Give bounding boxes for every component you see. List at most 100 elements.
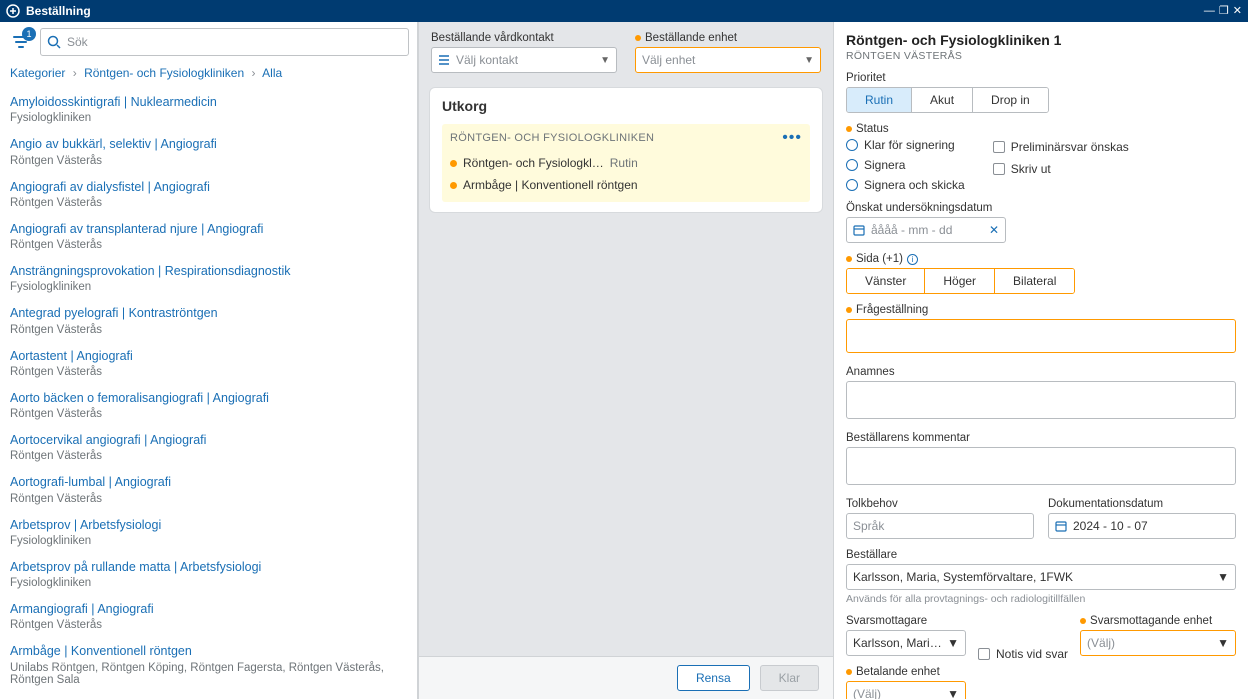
utkorg-row[interactable]: Armbåge | Konventionell röntgen: [450, 174, 802, 196]
list-item-subtitle: Fysiologkliniken: [10, 577, 407, 589]
status-signera-skicka[interactable]: Signera och skicka: [846, 178, 965, 192]
preliminarsvar-checkbox[interactable]: Preliminärsvar önskas: [993, 140, 1129, 154]
utkorg-title: Utkorg: [442, 98, 810, 114]
list-item[interactable]: Armflebografi | AngiografiRöntgen Väster…: [10, 694, 407, 699]
list-item-title: Amyloidosskintigrafi | Nuklearmedicin: [10, 94, 407, 110]
priority-dropin[interactable]: Drop in: [973, 88, 1048, 112]
sida-vanster[interactable]: Vänster: [847, 269, 925, 293]
list-item-title: Ansträngningsprovokation | Respirationsd…: [10, 263, 407, 279]
breadcrumb-category[interactable]: Röntgen- och Fysiologkliniken: [84, 66, 244, 80]
bestallare-select[interactable]: Karlsson, Maria, Systemförvaltare, 1FWK …: [846, 564, 1236, 590]
list-icon: [438, 54, 450, 66]
chevron-down-icon: ▼: [804, 55, 814, 66]
search-box[interactable]: [40, 28, 409, 56]
status-dot-icon: [450, 160, 457, 167]
anamnes-textarea[interactable]: [846, 381, 1236, 419]
rensa-button[interactable]: Rensa: [677, 665, 750, 691]
detail-title: Röntgen- och Fysiologkliniken 1: [846, 32, 1236, 48]
docdate-label: Dokumentationsdatum: [1048, 498, 1236, 510]
list-item[interactable]: Aortografi-lumbal | AngiografiRöntgen Vä…: [10, 470, 407, 512]
wishdate-label: Önskat undersökningsdatum: [846, 202, 1236, 214]
klar-button: Klar: [760, 665, 819, 691]
window-title: Beställning: [26, 4, 91, 18]
skrivut-checkbox[interactable]: Skriv ut: [993, 162, 1129, 176]
filter-badge: 1: [22, 27, 36, 41]
list-item-subtitle: Röntgen Västerås: [10, 197, 407, 209]
betalande-select[interactable]: (Välj) ▼: [846, 681, 966, 699]
wishdate-input[interactable]: åååå - mm - dd ✕: [846, 217, 1006, 243]
list-item-subtitle: Röntgen Västerås: [10, 366, 407, 378]
priority-segments: Rutin Akut Drop in: [846, 87, 1049, 113]
unit-select[interactable]: Välj enhet ▼: [635, 47, 821, 73]
list-item[interactable]: Antegrad pyelografi | Kontraströntgen Rön…: [10, 301, 407, 343]
list-item[interactable]: Angio av bukkärl, selektiv | Angiografi R…: [10, 132, 407, 174]
list-item[interactable]: Arbetsprov | ArbetsfysiologiFysiologklin…: [10, 513, 407, 555]
list-item[interactable]: Angiografi av transplanterad njure | Ang…: [10, 217, 407, 259]
list-item-subtitle: Fysiologkliniken: [10, 112, 407, 124]
status-label: Status: [856, 123, 889, 135]
list-item[interactable]: Armbåge | Konventionell röntgen Unilabs R…: [10, 639, 407, 693]
list-item[interactable]: Ansträngningsprovokation | Respirationsd…: [10, 259, 407, 301]
notis-checkbox[interactable]: Notis vid svar: [978, 647, 1068, 661]
list-item-subtitle: Röntgen Västerås: [10, 324, 407, 336]
list-item-subtitle: Röntgen Västerås: [10, 408, 407, 420]
minimize-icon[interactable]: —: [1204, 6, 1215, 17]
tolk-label: Tolkbehov: [846, 498, 1034, 510]
list-item-subtitle: Fysiologkliniken: [10, 281, 407, 293]
filter-button[interactable]: 1: [8, 29, 34, 55]
priority-label: Prioritet: [846, 72, 1236, 84]
bestallare-label: Beställare: [846, 549, 1236, 561]
more-icon[interactable]: •••: [782, 130, 802, 146]
list-item[interactable]: Aorto bäcken o femoralisangiografi | Ang…: [10, 386, 407, 428]
breadcrumb-root[interactable]: Kategorier: [10, 66, 65, 80]
list-item-title: Armbåge | Konventionell röntgen: [10, 643, 407, 659]
list-item-title: Aortocervikal angiografi | Angiografi: [10, 432, 407, 448]
list-item-title: Armangiografi | Angiografi: [10, 601, 407, 617]
list-item-title: Angiografi av transplanterad njure | Ang…: [10, 221, 407, 237]
svarsenhet-select[interactable]: (Välj) ▼: [1080, 630, 1236, 656]
close-icon[interactable]: ✕: [1233, 6, 1242, 17]
clear-icon[interactable]: ✕: [989, 223, 999, 237]
utkorg-section[interactable]: RÖNTGEN- OCH FYSIOLOGKLINIKEN ••• Röntge…: [442, 124, 810, 202]
list-item[interactable]: Armangiografi | Angiografi Röntgen Väster…: [10, 597, 407, 639]
list-item[interactable]: Arbetsprov på rullande matta | Arbetsfys…: [10, 555, 407, 597]
breadcrumb-leaf[interactable]: Alla: [262, 66, 282, 80]
list-item[interactable]: Aortocervikal angiografi | AngiografiRön…: [10, 428, 407, 470]
list-item-title: Angio av bukkärl, selektiv | Angiografi: [10, 136, 407, 152]
maximize-icon[interactable]: ❐: [1219, 6, 1229, 17]
svarsmottagare-select[interactable]: Karlsson, Maria, Sys… ▼: [846, 630, 966, 656]
list-item-subtitle: Unilabs Röntgen, Röntgen Köping, Röntgen…: [10, 662, 407, 686]
list-item[interactable]: Amyloidosskintigrafi | Nuklearmedicin Fys…: [10, 90, 407, 132]
search-icon: [47, 35, 61, 49]
status-signera[interactable]: Signera: [846, 158, 965, 172]
list-item[interactable]: Angiografi av dialysfistel | AngiografiR…: [10, 175, 407, 217]
sida-bilateral[interactable]: Bilateral: [995, 269, 1074, 293]
breadcrumb: Kategorier › Röntgen- och Fysiologklinik…: [0, 62, 417, 88]
chevron-down-icon: ▼: [947, 636, 959, 650]
svarsenhet-label: Svarsmottagande enhet: [1090, 615, 1212, 627]
contact-select[interactable]: Välj kontakt ▼: [431, 47, 617, 73]
tolk-input[interactable]: [846, 513, 1034, 539]
priority-rutin[interactable]: Rutin: [847, 88, 912, 112]
priority-akut[interactable]: Akut: [912, 88, 973, 112]
list-item-title: Aorto bäcken o femoralisangiografi | Ang…: [10, 390, 407, 406]
fragestallning-textarea[interactable]: [846, 319, 1236, 353]
betalande-label: Betalande enhet: [856, 666, 940, 678]
utkorg-row[interactable]: Röntgen- och Fysiologkl…Rutin: [450, 152, 802, 174]
list-item-title: Aortastent | Angiografi: [10, 348, 407, 364]
docdate-input[interactable]: 2024 - 10 - 07: [1048, 513, 1236, 539]
kommentar-textarea[interactable]: [846, 447, 1236, 485]
list-item-title: Aortografi-lumbal | Angiografi: [10, 474, 407, 490]
search-input[interactable]: [67, 35, 402, 49]
list-item-subtitle: Röntgen Västerås: [10, 619, 407, 631]
list-item[interactable]: Aortastent | Angiografi Röntgen Västerås: [10, 344, 407, 386]
list-item-subtitle: Röntgen Västerås: [10, 239, 407, 251]
list-item-subtitle: Fysiologkliniken: [10, 535, 407, 547]
list-item-title: Antegrad pyelografi | Kontraströntgen: [10, 305, 407, 321]
chevron-down-icon: ▼: [600, 55, 610, 66]
list-item-subtitle: Röntgen Västerås: [10, 155, 407, 167]
status-klar[interactable]: Klar för signering: [846, 138, 965, 152]
sida-hoger[interactable]: Höger: [925, 269, 995, 293]
sida-segments: Vänster Höger Bilateral: [846, 268, 1075, 294]
list-item-title: Arbetsprov på rullande matta | Arbetsfys…: [10, 559, 407, 575]
